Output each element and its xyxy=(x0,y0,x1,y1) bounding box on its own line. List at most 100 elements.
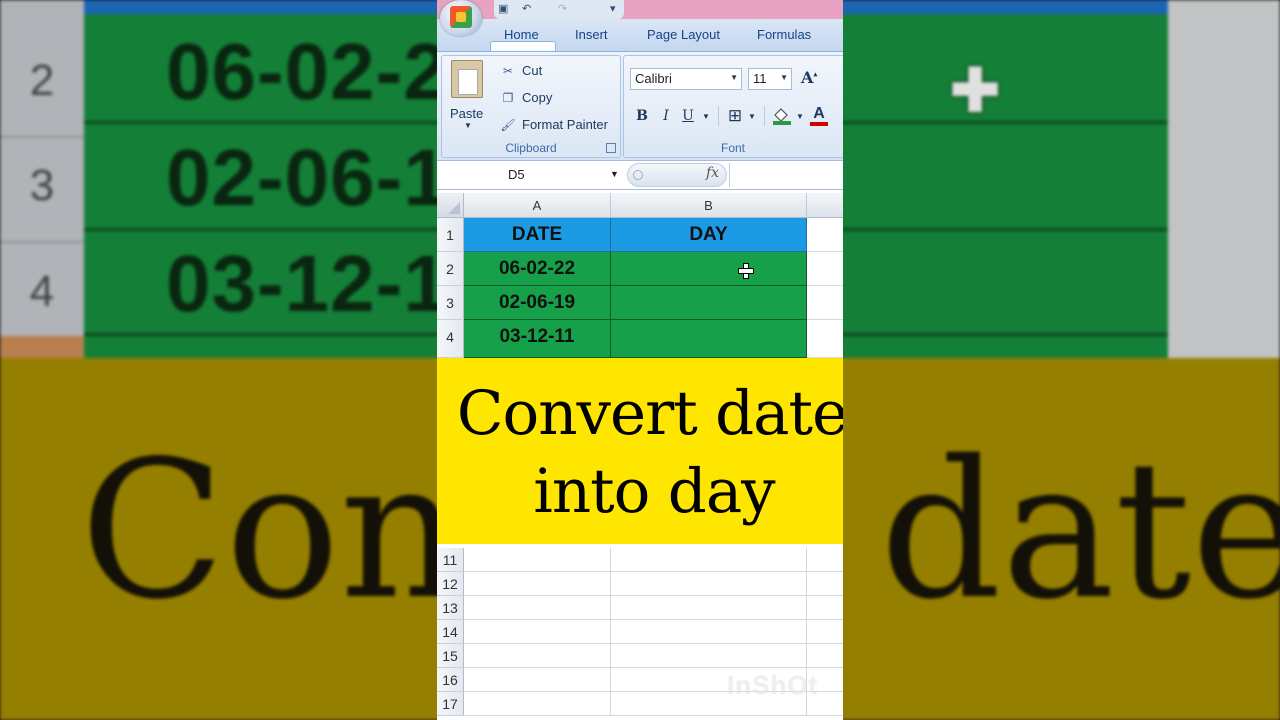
tab-page-layout[interactable]: Page Layout xyxy=(647,27,720,42)
cell[interactable] xyxy=(807,286,843,320)
insert-function-button[interactable]: fx xyxy=(706,165,719,181)
cell[interactable] xyxy=(611,644,807,668)
date-cell[interactable]: 02-06-19 xyxy=(464,286,611,320)
title-bar: ▣ ↶ ↷ ▾ xyxy=(437,0,843,19)
banner-line-1: Convert date xyxy=(456,378,843,449)
font-color-swatch xyxy=(810,122,828,126)
clipboard-launcher-icon[interactable] xyxy=(606,143,616,153)
paste-button[interactable]: Paste xyxy=(450,106,483,121)
customize-qat-icon[interactable]: ▾ xyxy=(610,2,624,16)
save-icon[interactable]: ▣ xyxy=(498,2,512,16)
bold-button[interactable]: B xyxy=(632,105,652,127)
cell[interactable] xyxy=(611,596,807,620)
row-header[interactable]: 12 xyxy=(437,572,464,596)
cell[interactable] xyxy=(464,668,611,692)
divider xyxy=(718,106,719,126)
cell[interactable] xyxy=(464,572,611,596)
font-color-button[interactable]: A xyxy=(808,105,830,127)
office-button[interactable] xyxy=(440,0,482,36)
row-header[interactable]: 4 xyxy=(437,320,464,358)
tab-insert[interactable]: Insert xyxy=(575,27,608,42)
expand-icon[interactable] xyxy=(633,170,643,180)
date-cell[interactable]: 06-02-22 xyxy=(464,252,611,286)
row-header[interactable]: 15 xyxy=(437,644,464,668)
cell[interactable] xyxy=(464,620,611,644)
font-group-label: Font xyxy=(720,141,745,155)
underline-dropdown-icon[interactable]: ▼ xyxy=(700,105,712,127)
undo-icon[interactable]: ↶ xyxy=(522,2,536,16)
copy-label: Copy xyxy=(522,90,553,105)
grow-font-label: A xyxy=(801,68,814,87)
formula-bar: D5 ▼ fx xyxy=(437,160,843,190)
cell[interactable] xyxy=(611,548,807,572)
copy-button[interactable]: ❐ Copy xyxy=(500,90,553,105)
clipboard-icon[interactable] xyxy=(451,60,483,98)
clipboard-group-label: Clipboard xyxy=(505,141,557,155)
borders-dropdown-icon[interactable]: ▼ xyxy=(746,105,758,127)
cell-cursor-icon xyxy=(737,262,755,280)
column-header-c[interactable] xyxy=(807,193,843,218)
date-cell[interactable]: 03-12-11 xyxy=(464,320,611,358)
header-cell-day[interactable]: DAY xyxy=(611,218,807,252)
chevron-down-icon: ▼ xyxy=(780,73,788,82)
fill-color-dropdown-icon[interactable]: ▼ xyxy=(794,105,806,127)
app-watermark: InShOt xyxy=(727,670,819,700)
font-color-letter: A xyxy=(813,105,825,122)
format-painter-button[interactable]: 🖌 Format Painter xyxy=(500,117,608,132)
formula-input[interactable] xyxy=(729,163,843,187)
italic-button[interactable]: I xyxy=(656,105,676,127)
grow-font-button[interactable]: A▴ xyxy=(801,68,825,90)
font-size-select[interactable]: 11 ▼ xyxy=(748,68,792,90)
row-header[interactable]: 14 xyxy=(437,620,464,644)
tab-formulas[interactable]: Formulas xyxy=(757,27,811,42)
day-cell[interactable] xyxy=(611,286,807,320)
ribbon-tabs: Home Insert Page Layout Formulas xyxy=(437,19,843,72)
chevron-down-icon: ▼ xyxy=(730,73,738,82)
cell[interactable] xyxy=(807,252,843,286)
row-header[interactable]: 17 xyxy=(437,692,464,716)
row-header[interactable]: 16 xyxy=(437,668,464,692)
tab-home[interactable]: Home xyxy=(504,27,539,42)
row-header[interactable]: 1 xyxy=(437,218,464,252)
cell[interactable] xyxy=(611,620,807,644)
scissors-icon: ✂ xyxy=(502,63,514,78)
cell[interactable] xyxy=(464,692,611,716)
cell[interactable] xyxy=(464,596,611,620)
underline-button[interactable]: U xyxy=(678,105,698,127)
cell[interactable] xyxy=(464,644,611,668)
cell[interactable] xyxy=(807,620,843,644)
name-box[interactable]: D5 xyxy=(437,164,624,186)
row-header[interactable]: 2 xyxy=(437,252,464,286)
title-banner: Convert date into day xyxy=(437,358,843,544)
row-header[interactable]: 3 xyxy=(437,286,464,320)
select-all-corner[interactable] xyxy=(437,193,464,218)
cell[interactable] xyxy=(807,320,843,358)
column-header-b[interactable]: B xyxy=(611,193,807,218)
copy-icon: ❐ xyxy=(502,90,514,105)
column-header-a[interactable]: A xyxy=(464,193,611,218)
day-cell[interactable] xyxy=(611,252,807,286)
day-cell[interactable] xyxy=(611,320,807,358)
cell[interactable] xyxy=(807,644,843,668)
excel-window: ▣ ↶ ↷ ▾ Home Insert Page Layout Formulas… xyxy=(437,0,843,720)
font-size-value: 11 xyxy=(753,71,767,86)
row-header[interactable]: 11 xyxy=(437,548,464,572)
brush-icon: 🖌 xyxy=(500,117,516,132)
redo-icon[interactable]: ↷ xyxy=(558,2,572,16)
header-cell-date[interactable]: DATE xyxy=(464,218,611,252)
fill-color-icon[interactable] xyxy=(770,105,794,127)
paste-dropdown-icon[interactable]: ▼ xyxy=(464,121,472,130)
cell[interactable] xyxy=(807,572,843,596)
cut-button[interactable]: ✂ Cut xyxy=(500,63,542,78)
row-header[interactable]: 13 xyxy=(437,596,464,620)
cell[interactable] xyxy=(807,548,843,572)
clipboard-group: Paste ▼ ✂ Cut ❐ Copy 🖌 Format Painter Cl… xyxy=(441,55,621,158)
cell[interactable] xyxy=(807,218,843,252)
font-family-select[interactable]: Calibri ▼ xyxy=(630,68,742,90)
cell[interactable] xyxy=(611,572,807,596)
cell[interactable] xyxy=(464,548,611,572)
borders-icon[interactable]: ⊞ xyxy=(724,105,746,127)
cell[interactable] xyxy=(807,596,843,620)
quick-access-toolbar: ▣ ↶ ↷ ▾ xyxy=(494,0,624,19)
name-box-dropdown-icon[interactable]: ▼ xyxy=(610,169,619,179)
